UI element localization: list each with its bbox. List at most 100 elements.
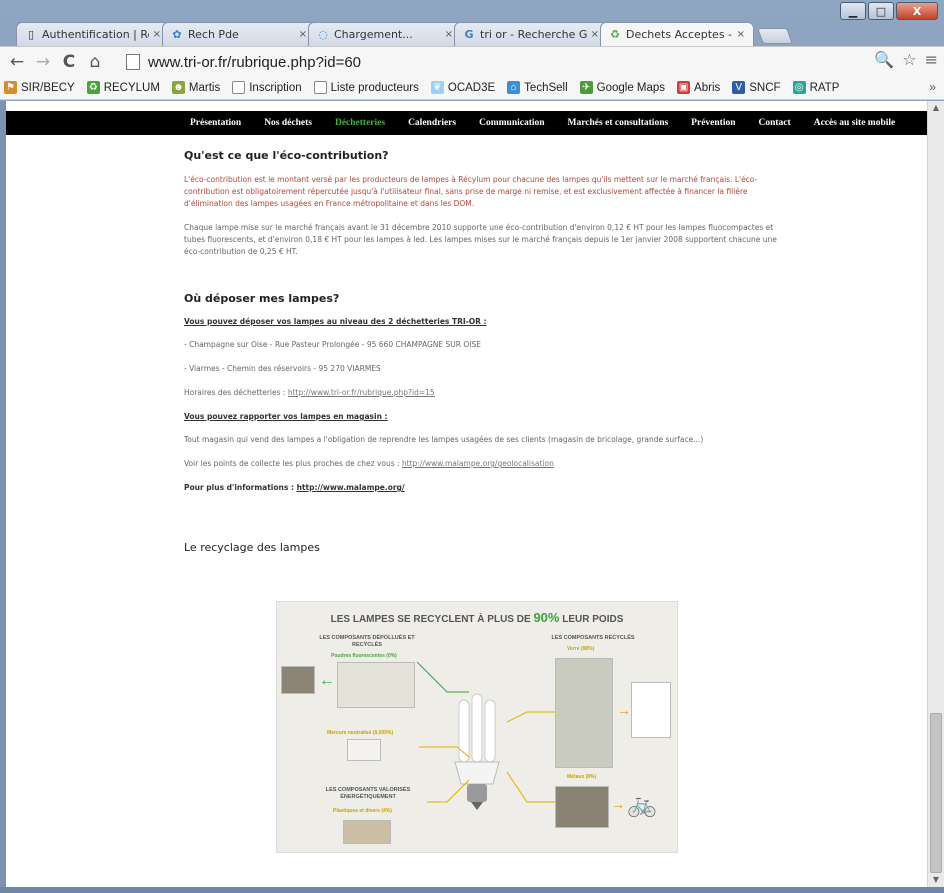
tab-label: Authentification | Rec [42, 28, 149, 41]
points-collecte-line: Voir les points de collecte les plus pro… [184, 459, 784, 468]
heading-eco-contribution: Qu'est ce que l'éco-contribution? [184, 149, 389, 162]
window-controls: ▁ □ X [840, 2, 938, 20]
bookmark-martis[interactable]: ☻ Martis [171, 81, 220, 94]
shelter-icon: ▣ [677, 81, 691, 94]
horaires-line: Horaires des déchetteries : http://www.t… [184, 388, 784, 397]
tab-rech-pde[interactable]: ✿ Rech Pde × [162, 22, 316, 46]
minimize-button[interactable]: ▁ [840, 2, 866, 20]
vertical-scrollbar[interactable]: ▲ ▼ [927, 101, 944, 887]
nav-calendriers[interactable]: Calendriers [408, 118, 456, 128]
bookmark-techsell[interactable]: ⌂ TechSell [507, 81, 568, 94]
maximize-button[interactable]: □ [868, 2, 894, 20]
bookmark-label: RATP [809, 81, 840, 94]
new-tab-button[interactable] [757, 28, 793, 44]
recycling-infographic: LES LAMPES SE RECYCLENT À PLUS DE 90% LE… [276, 601, 678, 853]
flag-icon: ⚑ [4, 81, 17, 94]
nav-prevention[interactable]: Prévention [691, 118, 735, 128]
menu-icon[interactable]: ≡ [925, 50, 938, 69]
scroll-down-arrow-icon[interactable]: ▼ [928, 873, 944, 887]
malampe-link[interactable]: http://www.malampe.org/ [297, 483, 405, 492]
back-button[interactable]: ← [6, 51, 28, 73]
bookmark-ocad3e[interactable]: ❦ OCAD3E [430, 81, 495, 94]
bookmarks-bar: ⚑ SIR/BECY ♻ RECYLUM ☻ Martis Inscription L… [0, 76, 944, 100]
nav-presentation[interactable]: Présentation [190, 118, 241, 128]
tab-close-icon[interactable]: × [591, 29, 599, 40]
arrow-right-icon: → [611, 796, 625, 812]
infographic-title: LES LAMPES SE RECYCLENT À PLUS DE 90% LE… [277, 610, 677, 625]
nav-marches-consultations[interactable]: Marchés et consultations [568, 118, 669, 128]
tab-strip: ▯ Authentification | Rec × ✿ Rech Pde × … [16, 20, 793, 46]
tab-chargement[interactable]: ◌ Chargement... × [308, 22, 462, 46]
bookmark-google-maps[interactable]: ✈ Google Maps [579, 81, 665, 94]
points-collecte-link[interactable]: http://www.malampe.org/geolocalisation [402, 459, 554, 468]
bookmark-inscription[interactable]: Inscription [232, 81, 302, 94]
close-window-button[interactable]: X [896, 2, 938, 20]
page-icon: ▯ [27, 27, 35, 41]
map-icon: ✈ [579, 81, 593, 94]
tab-close-icon[interactable]: × [153, 29, 161, 40]
nav-site-mobile[interactable]: Accès au site mobile [814, 118, 896, 128]
tab-close-icon[interactable]: × [445, 29, 453, 40]
tri-or-icon: ♻ [610, 27, 620, 41]
reload-button[interactable]: C [58, 51, 80, 73]
page-icon [126, 54, 140, 70]
plus-info-label: Pour plus d'informations : [184, 483, 297, 492]
powder-pile-image [281, 666, 315, 694]
article-content: Qu'est ce que l'éco-contribution? L'éco-… [184, 149, 784, 566]
subheading-dechetteries: Vous pouvez déposer vos lampes au niveau… [184, 317, 487, 326]
address-viarmes: - Viarmes - Chemin des réservoirs - 95 2… [184, 364, 381, 373]
metro-icon: ◎ [792, 81, 806, 94]
scrollbar-thumb[interactable] [930, 713, 942, 873]
bookmark-abris[interactable]: ▣ Abris [677, 81, 720, 94]
horaires-link[interactable]: http://www.tri-or.fr/rubrique.php?id=15 [288, 388, 435, 397]
tab-dechets-acceptes[interactable]: ♻ Dechets Acceptes - T × [600, 22, 754, 46]
star-icon[interactable]: ☆ [902, 50, 916, 69]
bookmark-label: SNCF [749, 81, 781, 94]
bookmark-label: Abris [694, 81, 721, 94]
train-icon: V [732, 81, 746, 94]
nav-contact[interactable]: Contact [759, 118, 791, 128]
house-icon: ⌂ [507, 81, 521, 94]
people-icon: ☻ [171, 81, 185, 94]
bookmark-sir-becy[interactable]: ⚑ SIR/BECY [4, 81, 75, 94]
plastic-scraps-image [343, 820, 391, 844]
bookmark-label: RECYLUM [103, 81, 160, 94]
tab-authentification[interactable]: ▯ Authentification | Rec × [16, 22, 170, 46]
bookmark-label: SIR/BECY [21, 81, 75, 94]
bookmarks-overflow-button[interactable]: » [929, 80, 936, 94]
bookmark-sncf[interactable]: V SNCF [732, 81, 781, 94]
browser-toolbar: ← → C ⌂ www.tri-or.fr/rubrique.php?id=60 [0, 46, 944, 76]
plus-info-line: Pour plus d'informations : http://www.ma… [184, 483, 784, 492]
bookmark-label: TechSell [524, 81, 568, 94]
bookmark-recylum[interactable]: ♻ RECYLUM [86, 81, 160, 94]
google-icon: G [464, 27, 474, 41]
home-button[interactable]: ⌂ [84, 51, 106, 73]
mercury-drops-image [347, 739, 381, 761]
metal-scraps-image [555, 786, 609, 828]
bookmark-liste-producteurs[interactable]: Liste producteurs [313, 81, 419, 94]
page-icon [232, 81, 246, 94]
infographic-title-text: LEUR POIDS [559, 614, 624, 625]
nav-dechetteries[interactable]: Déchetteries [335, 118, 385, 128]
bookmark-ratp[interactable]: ◎ RATP [792, 81, 840, 94]
nav-nos-dechets[interactable]: Nos déchets [264, 118, 312, 128]
bookmark-label: Inscription [249, 81, 302, 94]
nav-communication[interactable]: Communication [479, 118, 544, 128]
tab-close-icon[interactable]: × [299, 29, 307, 40]
arrow-left-icon: ← [319, 672, 335, 689]
paragraph-eco-1: L'éco-contribution est le montant versé … [184, 174, 784, 210]
scroll-up-arrow-icon[interactable]: ▲ [928, 101, 944, 115]
magasin-text: Tout magasin qui vend des lampes a l'obl… [184, 435, 704, 444]
tab-close-icon[interactable]: × [737, 29, 745, 40]
zoom-icon[interactable]: 🔍 [874, 50, 894, 69]
recycle-icon: ♻ [86, 81, 100, 94]
label-metaux: Métaux (8%) [567, 774, 597, 780]
address-bar[interactable]: www.tri-or.fr/rubrique.php?id=60 [126, 51, 916, 73]
page-icon [313, 81, 327, 94]
glass-tubes-image [631, 682, 671, 738]
horaires-label: Horaires des déchetteries : [184, 388, 288, 397]
tab-label: Chargement... [334, 28, 413, 41]
forward-button[interactable]: → [32, 51, 54, 73]
tab-recherche-google[interactable]: G tri or - Recherche Go × [454, 22, 608, 46]
leaf-icon: ❦ [430, 81, 444, 94]
